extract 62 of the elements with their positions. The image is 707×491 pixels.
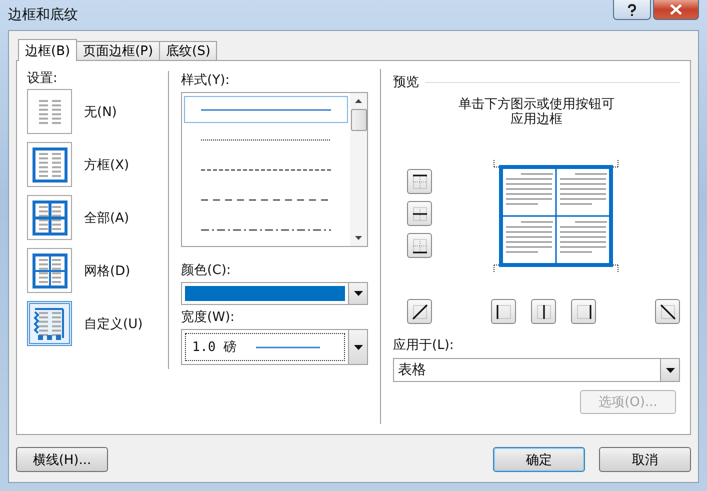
border-button[interactable] (407, 201, 432, 226)
width-label: 宽度(W): (181, 309, 236, 326)
color-label: 颜色(C): (181, 262, 232, 279)
setting-label: 全部(A) (84, 210, 130, 226)
horizontal-line-button[interactable]: 横线(H)... (16, 447, 108, 472)
help-icon (627, 4, 637, 16)
line-sample-icon (201, 228, 332, 232)
line-sample-icon (201, 168, 332, 172)
setting-label: 方框(X) (84, 156, 130, 174)
setting-option[interactable] (27, 248, 72, 293)
line-style-option[interactable] (184, 96, 348, 123)
border-position-icon (576, 304, 592, 320)
diagonal-border-icon (660, 304, 676, 320)
border-button[interactable] (407, 233, 432, 258)
border-button[interactable] (655, 299, 680, 324)
apply-to-value: 表格 (397, 361, 427, 380)
setting-label: 自定义(U) (84, 316, 143, 332)
border-button[interactable] (407, 299, 432, 324)
border-button[interactable] (407, 169, 432, 194)
tab[interactable]: 页面边框(P) (76, 41, 160, 60)
line-sample-icon (201, 138, 332, 142)
apply-to-label: 应用于(L): (393, 337, 455, 354)
apply-to-dropdown[interactable]: 表格 (393, 358, 680, 382)
preview-hint: 单击下方图示或使用按钮可 (458, 97, 614, 112)
scroll-thumb[interactable] (350, 109, 367, 131)
border-position-icon (496, 304, 512, 320)
preview-hint: 应用边框 (510, 112, 562, 127)
window-title: 边框和底纹 (8, 6, 78, 24)
line-sample-icon (256, 346, 320, 348)
diagonal-border-icon (412, 304, 428, 320)
style-label: 样式(Y): (181, 72, 231, 89)
scroll-down-icon (355, 236, 362, 240)
border-position-icon (536, 304, 552, 320)
setting-option[interactable] (27, 195, 72, 240)
border-position-icon (412, 174, 428, 190)
tab[interactable]: 底纹(S) (159, 41, 218, 60)
color-dropdown[interactable] (181, 282, 368, 305)
setting-label: 网格(D) (84, 262, 130, 280)
close-button[interactable] (653, 0, 699, 20)
width-value: 1.0 磅 (192, 339, 236, 356)
border-button[interactable] (491, 299, 516, 324)
line-sample-icon (201, 108, 332, 112)
border-position-icon (412, 206, 428, 222)
scrollbar[interactable] (350, 93, 368, 246)
tab[interactable]: 边框(B) (18, 39, 78, 61)
ok-button[interactable]: 确定 (493, 447, 585, 472)
scroll-up-icon (355, 99, 362, 103)
setting-option[interactable] (27, 301, 72, 346)
help-button[interactable] (613, 0, 651, 20)
settings-label: 设置: (27, 70, 58, 87)
border-button[interactable] (531, 299, 556, 324)
bordered-table-icon (32, 146, 68, 182)
cancel-button[interactable]: 取消 (599, 447, 691, 472)
bordered-table-icon (32, 200, 68, 236)
close-icon (670, 4, 682, 15)
border-position-icon (412, 238, 428, 254)
width-dropdown[interactable]: 1.0 磅 (181, 329, 368, 365)
setting-label: 无(N) (84, 104, 117, 120)
preview-label: 预览 (393, 74, 419, 91)
border-button[interactable] (571, 299, 596, 324)
bordered-table-icon (32, 252, 68, 288)
setting-option[interactable] (27, 142, 72, 187)
